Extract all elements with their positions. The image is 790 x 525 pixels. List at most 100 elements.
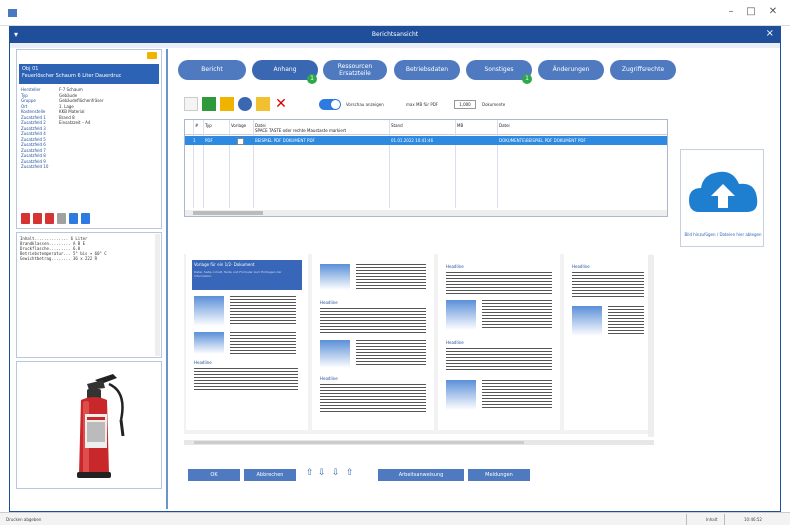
scroll-thumb[interactable] — [193, 211, 263, 215]
attachment-toolbar: ✕ Vorschau anzeigen max MB für PDF 1,000… — [184, 95, 764, 113]
preview-image — [194, 296, 224, 326]
doc-blue-icon[interactable] — [81, 213, 90, 224]
tab-bericht[interactable]: Bericht — [178, 60, 246, 80]
folder-icon[interactable] — [147, 52, 157, 59]
grid-line — [455, 120, 456, 208]
sonstiges-count-badge: 1 — [522, 74, 532, 84]
window-header: ▾ Berichtsansicht × — [10, 27, 780, 43]
preview-text — [194, 368, 298, 392]
grid-line — [203, 120, 204, 208]
column-header[interactable]: Datei — [499, 123, 510, 128]
tab-aenderungen[interactable]: Änderungen — [538, 60, 604, 80]
preview-title: Vorlage für ein 1/2- Dokument — [194, 262, 255, 267]
preview-toggle[interactable] — [319, 99, 341, 110]
anhang-count-badge: 1 — [307, 74, 317, 84]
object-id: Obj 01 — [22, 66, 39, 72]
preview-image — [194, 332, 224, 354]
scroll-thumb[interactable] — [194, 441, 524, 444]
preview-image — [320, 340, 350, 368]
doc-blue-icon[interactable] — [69, 213, 78, 224]
tab-label: Änderungen — [552, 66, 590, 73]
tab-betriebsdaten[interactable]: Betriebsdaten — [394, 60, 460, 80]
preview-text — [320, 384, 426, 412]
column-header[interactable]: Typ — [205, 123, 212, 128]
disk-icon[interactable] — [238, 97, 252, 111]
tab-label: Anhang — [273, 66, 297, 73]
preview-hscrollbar[interactable] — [184, 440, 654, 445]
preview-headline: Headline — [194, 360, 212, 365]
tab-label: Sonstiges — [484, 66, 514, 73]
cell-file: BEISPIEL PDF DOKUMENT PDF — [255, 138, 315, 143]
column-note: SPACE TASTE oder rechte Maustaste markie… — [255, 128, 347, 133]
delete-icon[interactable]: ✕ — [274, 97, 288, 111]
preview-headline: Headline — [320, 300, 338, 305]
open-folder-icon[interactable] — [256, 97, 270, 111]
cancel-button[interactable]: Abbrechen — [244, 469, 296, 481]
pdf-red-icon[interactable] — [21, 213, 30, 224]
tab-ressourcen[interactable]: Ressourcen Ersatzteile — [323, 60, 387, 80]
preview-page: Headline — [564, 254, 650, 430]
close-icon[interactable]: × — [766, 28, 774, 39]
folder-icon[interactable] — [220, 97, 234, 111]
preview-text — [446, 272, 552, 294]
preview-vscrollbar[interactable] — [648, 255, 654, 437]
messages-button[interactable]: Meldungen — [468, 469, 530, 481]
object-info-box: Obj 01 Feuerlöscher Schaum 6 Liter Dauer… — [16, 49, 162, 229]
vorlage-checkbox[interactable] — [237, 138, 244, 145]
pdf-red-icon[interactable] — [33, 213, 42, 224]
excel-icon[interactable] — [202, 97, 216, 111]
preview-headline: Headline — [320, 376, 338, 381]
download-icon[interactable]: ⇩ — [318, 468, 326, 478]
property-key: Zusatzfeld 10 — [21, 164, 49, 169]
ok-button[interactable]: OK — [188, 469, 240, 481]
pdf-red-icon[interactable] — [45, 213, 54, 224]
property-row: Zusatzfeld 10 — [21, 164, 159, 170]
grid-line — [497, 120, 498, 208]
table-row[interactable]: 1 PDF BEISPIEL PDF DOKUMENT PDF 01.01.20… — [185, 136, 667, 145]
instruction-button[interactable]: Arbeitsanweisung — [378, 469, 464, 481]
grid-header: # Typ Vorlage Datei SPACE TASTE oder rec… — [185, 120, 667, 135]
preview-headline: Headline — [572, 264, 590, 269]
max-mb-input[interactable]: 1,000 — [454, 100, 476, 109]
fire-extinguisher-image — [77, 374, 125, 478]
download-icon[interactable]: ⇩ — [332, 468, 340, 478]
preview-image — [446, 380, 476, 410]
grid-scrollbar[interactable] — [185, 210, 667, 216]
new-file-icon[interactable] — [184, 97, 198, 111]
preview-headline: Headline — [446, 264, 464, 269]
close-window-button[interactable]: ✕ — [764, 6, 782, 20]
tab-label: Ersatzteile — [339, 70, 371, 77]
property-value: Einsatzzeit – A4 — [59, 120, 91, 125]
main-content: Bericht Anhang 1 Ressourcen Ersatzteile … — [172, 49, 776, 509]
minimize-button[interactable]: – — [722, 6, 740, 20]
max-mb-label: max MB für PDF — [406, 102, 439, 107]
tab-label: Bericht — [201, 66, 223, 73]
preview-page: Vorlage für ein 1/2- Dokument Datei, Sei… — [186, 254, 308, 430]
maximize-button[interactable]: □ — [742, 6, 760, 20]
app-icon — [8, 9, 17, 17]
attachment-type-buttons — [21, 213, 90, 224]
cell-path: DOKUMENTE\BEISPIEL PDF DOKUMENT PDF — [499, 138, 586, 143]
tab-label: Ressourcen — [337, 63, 373, 70]
document-preview[interactable]: Vorlage für ein 1/2- Dokument Datei, Sei… — [184, 254, 652, 434]
upload-icon[interactable]: ⇧ — [346, 468, 354, 478]
preview-page: Headline Headline — [312, 254, 434, 430]
notes-textbox[interactable]: Inhalt.............. 6 Liter Brandklassen… — [16, 232, 162, 358]
column-header[interactable]: Vorlage — [231, 123, 246, 128]
upload-dropzone[interactable]: Bild hinzufügen / Dateien hier ablegen — [680, 149, 764, 247]
notes-scrollbar[interactable] — [155, 234, 160, 356]
image-icon[interactable] — [57, 213, 66, 224]
preview-text — [572, 272, 644, 298]
tab-zugriffsrechte[interactable]: Zugriffsrechte — [610, 60, 676, 80]
upload-icon[interactable]: ⇧ — [306, 468, 314, 478]
grid-line — [253, 120, 254, 208]
column-header[interactable]: MB — [457, 123, 463, 128]
status-left: Drucken abgeben — [6, 517, 42, 522]
preview-text — [230, 296, 296, 326]
preview-subtitle: Datei, Seite, Inhalt, Texte und Formular… — [194, 270, 282, 278]
column-header[interactable]: # — [195, 123, 198, 128]
object-header: Obj 01 Feuerlöscher Schaum 6 Liter Dauer… — [19, 64, 159, 84]
preview-toggle-label: Vorschau anzeigen — [346, 102, 384, 107]
column-header[interactable]: Stand — [391, 123, 403, 128]
preview-image — [446, 300, 476, 330]
